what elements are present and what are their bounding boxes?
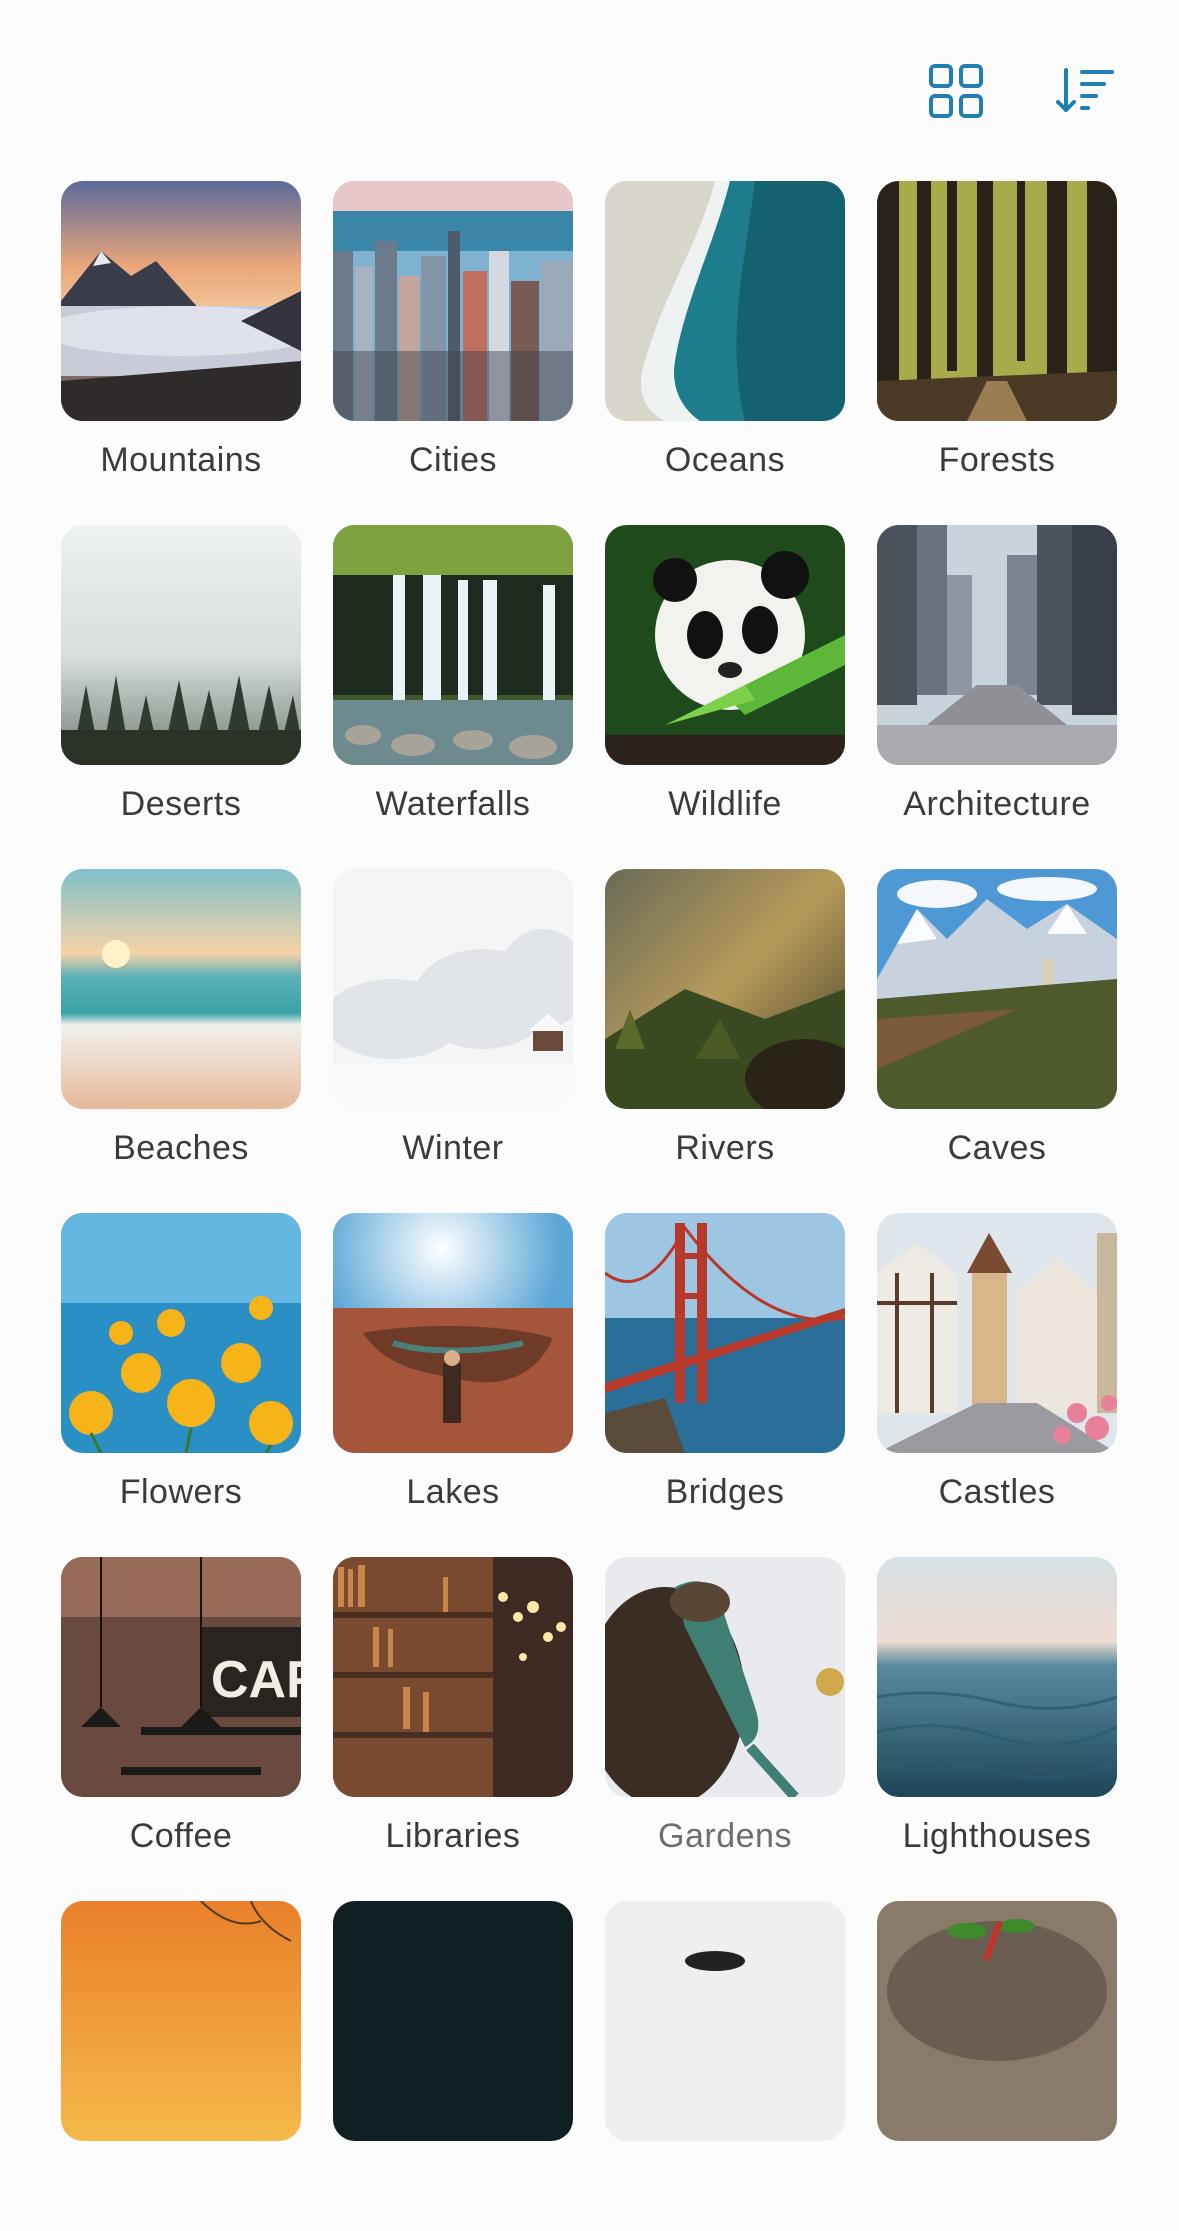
category-tile-beaches[interactable]: Beaches [61,869,301,1199]
category-tile-wildlife[interactable]: Wildlife [605,525,845,855]
grid-view-icon[interactable] [924,59,988,123]
partial-thumbnail [877,1901,1117,2141]
category-tile-coffee[interactable]: CAF Coffee [61,1557,301,1887]
category-label: Wildlife [668,785,782,823]
category-label: Cities [408,441,498,479]
bridges-thumbnail [605,1213,845,1453]
svg-text:CAF: CAF [211,1651,301,1709]
category-tile-deserts[interactable]: Deserts [61,525,301,855]
category-tile-rivers[interactable]: Rivers [605,869,845,1199]
category-tile-lighthouses[interactable]: Lighthouses [877,1557,1117,1887]
oceans-thumbnail [605,181,845,421]
category-tile-caves[interactable]: Caves [877,869,1117,1199]
category-tile-architecture[interactable]: Architecture [877,525,1117,855]
toolbar [0,0,1179,150]
category-label: Castles [938,1473,1056,1511]
wildlife-thumbnail [605,525,845,765]
category-tile-oceans[interactable]: Oceans [605,181,845,511]
category-label: Flowers [119,1473,243,1511]
category-label: Forests [938,441,1056,479]
category-label: Winter [402,1129,504,1167]
category-label: Lakes [406,1473,500,1511]
category-label: Gardens [658,1817,792,1855]
category-label: Coffee [129,1817,233,1855]
category-label: Architecture [903,785,1091,823]
category-label: Lighthouses [902,1817,1092,1855]
category-label: Caves [947,1129,1047,1167]
category-tile-mountains[interactable]: Mountains [61,181,301,511]
partial-thumbnail [333,1901,573,2141]
partial-thumbnail [61,1901,301,2141]
cities-thumbnail [333,181,573,421]
category-tile-cities[interactable]: Cities [333,181,573,511]
category-tile-gardens[interactable]: Gardens [605,1557,845,1887]
category-label: Waterfalls [375,785,531,823]
category-label: Rivers [675,1129,775,1167]
sort-descending-icon[interactable] [1054,59,1118,123]
coffee-thumbnail: CAF [61,1557,301,1797]
waterfalls-thumbnail [333,525,573,765]
lakes-thumbnail [333,1213,573,1453]
category-label: Libraries [385,1817,521,1855]
rivers-thumbnail [605,869,845,1109]
partial-thumbnail [605,1901,845,2141]
category-label: Oceans [664,441,786,479]
lighthouses-thumbnail [877,1557,1117,1797]
category-tile-partial-3[interactable] [605,1901,845,2231]
category-tile-partial-2[interactable] [333,1901,573,2231]
category-tile-castles[interactable]: Castles [877,1213,1117,1543]
winter-thumbnail [333,869,573,1109]
category-tile-partial-4[interactable] [877,1901,1117,2231]
category-tile-lakes[interactable]: Lakes [333,1213,573,1543]
category-tile-libraries[interactable]: Libraries [333,1557,573,1887]
libraries-thumbnail [333,1557,573,1797]
category-label: Beaches [113,1129,249,1167]
category-tile-winter[interactable]: Winter [333,869,573,1199]
forests-thumbnail [877,181,1117,421]
caves-thumbnail [877,869,1117,1109]
category-tile-partial-1[interactable] [61,1901,301,2231]
category-tile-waterfalls[interactable]: Waterfalls [333,525,573,855]
category-label: Bridges [665,1473,785,1511]
mountains-thumbnail [61,181,301,421]
category-tile-bridges[interactable]: Bridges [605,1213,845,1543]
category-tile-forests[interactable]: Forests [877,181,1117,511]
architecture-thumbnail [877,525,1117,765]
category-label: Deserts [120,785,242,823]
gardens-thumbnail [605,1557,845,1797]
flowers-thumbnail [61,1213,301,1453]
deserts-thumbnail [61,525,301,765]
beaches-thumbnail [61,869,301,1109]
category-tile-flowers[interactable]: Flowers [61,1213,301,1543]
category-label: Mountains [100,441,262,479]
castles-thumbnail [877,1213,1117,1453]
